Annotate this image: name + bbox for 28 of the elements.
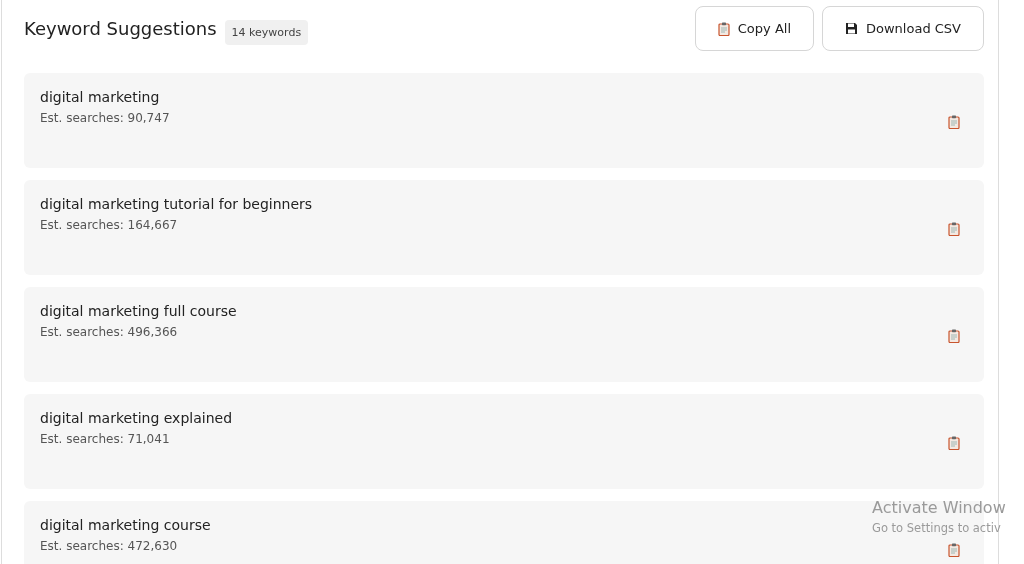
section-title: Keyword Suggestions xyxy=(24,18,217,39)
clipboard-icon xyxy=(948,328,960,343)
keyword-text: digital marketing xyxy=(40,89,161,105)
activation-notice-title: Activate Window xyxy=(872,498,1006,517)
clipboard-icon xyxy=(717,21,730,36)
search-volume-text: Est. searches: 90,747 xyxy=(40,111,170,125)
search-volume-text: Est. searches: 71,041 xyxy=(40,432,171,446)
copy-button[interactable] xyxy=(948,542,960,557)
download-csv-button[interactable]: Download CSV xyxy=(822,6,984,51)
clipboard-icon xyxy=(948,114,960,129)
clipboard-icon xyxy=(948,542,960,557)
keyword-count-badge: 14 keywords xyxy=(224,20,309,45)
copy-all-button[interactable]: Copy All xyxy=(694,6,814,51)
search-volume-text: Est. searches: 496,366 xyxy=(40,325,179,339)
copy-button[interactable] xyxy=(948,328,960,343)
search-volume-text: Est. searches: 472,630 xyxy=(40,539,179,553)
keyword-text: digital marketing course xyxy=(40,517,211,533)
clipboard-icon xyxy=(948,221,960,236)
copy-button[interactable] xyxy=(948,221,960,236)
clipboard-icon xyxy=(948,435,960,450)
search-volume-text: Est. searches: 164,667 xyxy=(40,218,179,232)
copy-button[interactable] xyxy=(948,114,960,129)
keyword-text: digital marketing explained xyxy=(40,410,232,426)
activation-notice-text: Go to Settings to activ xyxy=(872,521,1002,535)
keyword-text: digital marketing tutorial for beginners xyxy=(40,196,313,212)
keyword-text: digital marketing full course xyxy=(40,303,237,319)
copy-button[interactable] xyxy=(948,435,960,450)
save-icon xyxy=(845,22,858,35)
